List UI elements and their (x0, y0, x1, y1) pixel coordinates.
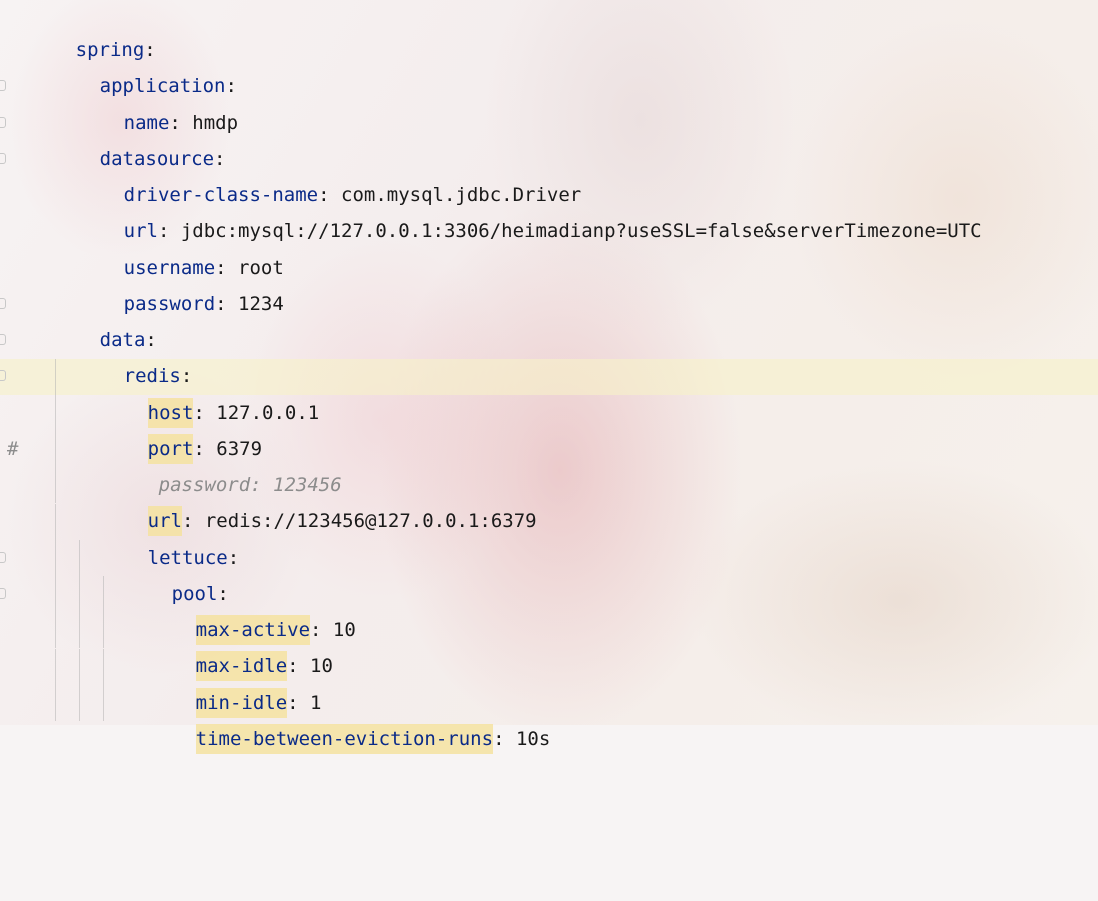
code-line[interactable]: redis: (0, 322, 1098, 387)
code-line[interactable]: max-idle: 10 (0, 612, 1098, 681)
indent-guide (79, 576, 80, 612)
code-line[interactable]: driver-class-name: com.mysql.jdbc.Driver (0, 141, 1098, 206)
code-line[interactable]: datasource: (0, 105, 1098, 170)
code-line[interactable]: url: redis://123456@127.0.0.1:6379 (0, 467, 1098, 536)
indent-guide (55, 649, 56, 685)
indent-guide (103, 685, 104, 721)
code-line[interactable]: data: (0, 286, 1098, 351)
code-line[interactable]: username: root (0, 214, 1098, 279)
indent-guide (103, 612, 104, 648)
indent-guide (55, 612, 56, 648)
indent-guide (55, 576, 56, 612)
code-line[interactable]: url: jdbc:mysql://127.0.0.1:3306/heimadi… (0, 177, 1098, 242)
yaml-value: 10s (515, 728, 551, 750)
indent-guide (103, 649, 104, 685)
code-line[interactable]: port: 6379 (0, 395, 1098, 464)
code-line[interactable]: max-active: 10 (0, 576, 1098, 645)
yaml-key: time-between-eviction-runs (195, 724, 494, 754)
code-line-current[interactable]: host: 127.0.0.1 (0, 359, 1098, 428)
indent-guide (79, 540, 80, 576)
indent-guide (103, 576, 104, 612)
indent-guide (79, 649, 80, 685)
indent-guide (55, 685, 56, 721)
indent-guide (55, 540, 56, 576)
indent-guide (55, 359, 56, 395)
indent-guide (79, 685, 80, 721)
indent-guide (55, 431, 56, 467)
code-line[interactable]: spring: (0, 0, 1098, 61)
code-line[interactable]: lettuce: (0, 504, 1098, 569)
code-line[interactable]: min-idle: 1 (0, 649, 1098, 718)
indent-guide (55, 395, 56, 431)
code-line[interactable]: pool: (0, 540, 1098, 605)
indent-guide (55, 504, 56, 540)
code-line-comment[interactable]: # password: 123456 (0, 431, 1098, 496)
comment-marker: # (7, 438, 19, 460)
code-line[interactable]: application: (0, 32, 1098, 97)
yaml-separator: : (493, 728, 516, 750)
code-line[interactable]: password: 1234 (0, 250, 1098, 315)
indent-guide (55, 467, 56, 503)
code-line[interactable]: time-between-eviction-runs: 10s (0, 685, 1098, 754)
code-line[interactable]: name: hmdp (0, 69, 1098, 134)
indent-guide (79, 612, 80, 648)
